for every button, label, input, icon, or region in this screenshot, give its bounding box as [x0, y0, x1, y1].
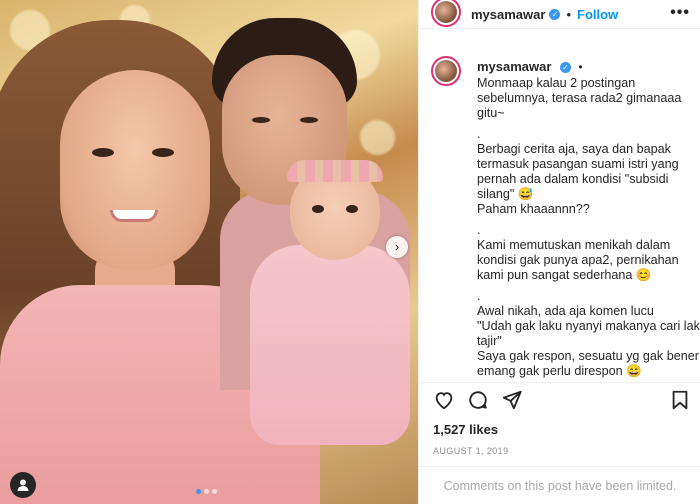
carousel-dot	[196, 489, 201, 494]
caption-line: .	[477, 223, 481, 237]
chevron-right-icon[interactable]: ›	[386, 236, 408, 258]
send-icon[interactable]	[501, 389, 523, 411]
caption-line: tajir"	[477, 334, 502, 348]
user-silhouette	[17, 479, 29, 491]
caption-username[interactable]: mysamawar	[477, 59, 551, 74]
separator-dot: •	[566, 6, 572, 22]
verified-check-icon: ✓	[549, 8, 561, 20]
eye	[312, 205, 324, 213]
background-light	[360, 120, 395, 155]
comment-icon[interactable]	[467, 389, 489, 411]
caption-line: silang" 😅	[477, 187, 534, 201]
caption-line: "Udah gak laku nyanyi makanya cari laki	[477, 319, 700, 333]
caption-line: Paham khaaannn??	[477, 202, 590, 216]
eye	[346, 205, 358, 213]
heart-icon[interactable]	[433, 389, 455, 411]
follow-button[interactable]: Follow	[577, 7, 618, 22]
avatar[interactable]	[431, 0, 461, 27]
comments-limited-notice: Comments on this post have been limited.	[419, 466, 700, 504]
eye	[300, 117, 318, 123]
carousel-indicator	[196, 489, 217, 494]
carousel-dot	[204, 489, 209, 494]
avatar[interactable]	[431, 56, 461, 86]
woman-face	[60, 70, 210, 270]
caption-line: kami pun sangat sederhana 😊	[477, 268, 652, 282]
caption-line: .	[477, 127, 481, 141]
eye	[92, 148, 114, 157]
action-bar	[419, 382, 700, 414]
bookmark-icon[interactable]	[669, 389, 691, 411]
post-photo[interactable]: ›	[0, 0, 418, 504]
caption-line: emang gak perlu direspon 😄	[477, 364, 642, 378]
caption-line: Monmaap kalau 2 postingan	[477, 76, 636, 90]
caption-line: sebelumnya, terasa rada2 gimanaaa	[477, 91, 682, 105]
carousel-dot	[212, 489, 217, 494]
caption-line: Berbagi cerita aja, saya dan bapak	[477, 142, 671, 156]
header-username[interactable]: mysamawar	[471, 7, 545, 22]
caption-line: .	[477, 289, 481, 303]
smile	[110, 210, 158, 222]
caption-line: Awal nikah, ada aja komen lucu	[477, 304, 654, 318]
caption-author: mysamawar ✓ •	[477, 58, 677, 76]
baby-headband	[287, 160, 383, 182]
baby-dress	[250, 245, 410, 445]
caption-line: termasuk pasangan suami istri yang	[477, 157, 679, 171]
eye	[252, 117, 270, 123]
caption: mysamawar ✓ • Monmaap kalau 2 postingan …	[419, 48, 700, 380]
caption-line: pernah ada dalam kondisi "subsidi	[477, 172, 669, 186]
post-header: mysamawar ✓ • Follow •••	[419, 0, 700, 29]
caption-line: gitu~	[477, 106, 505, 120]
verified-check-icon: ✓	[559, 62, 571, 73]
separator-dot: •	[578, 60, 583, 74]
likes-count[interactable]: 1,527 likes	[433, 422, 498, 437]
caption-line: Kami memutuskan menikah dalam	[477, 238, 671, 252]
eye	[152, 148, 174, 157]
more-options-icon[interactable]: •••	[670, 4, 690, 22]
post-side-panel: mysamawar ✓ • Follow ••• mysamawar ✓ • M…	[418, 0, 700, 504]
caption-line: kondisi gak punya apa2, pernikahan	[477, 253, 679, 267]
caption-line: Saya gak respon, sesuatu yg gak bener	[477, 349, 699, 363]
post-date[interactable]: AUGUST 1, 2019	[433, 446, 508, 456]
user-tag-icon[interactable]	[10, 472, 36, 498]
